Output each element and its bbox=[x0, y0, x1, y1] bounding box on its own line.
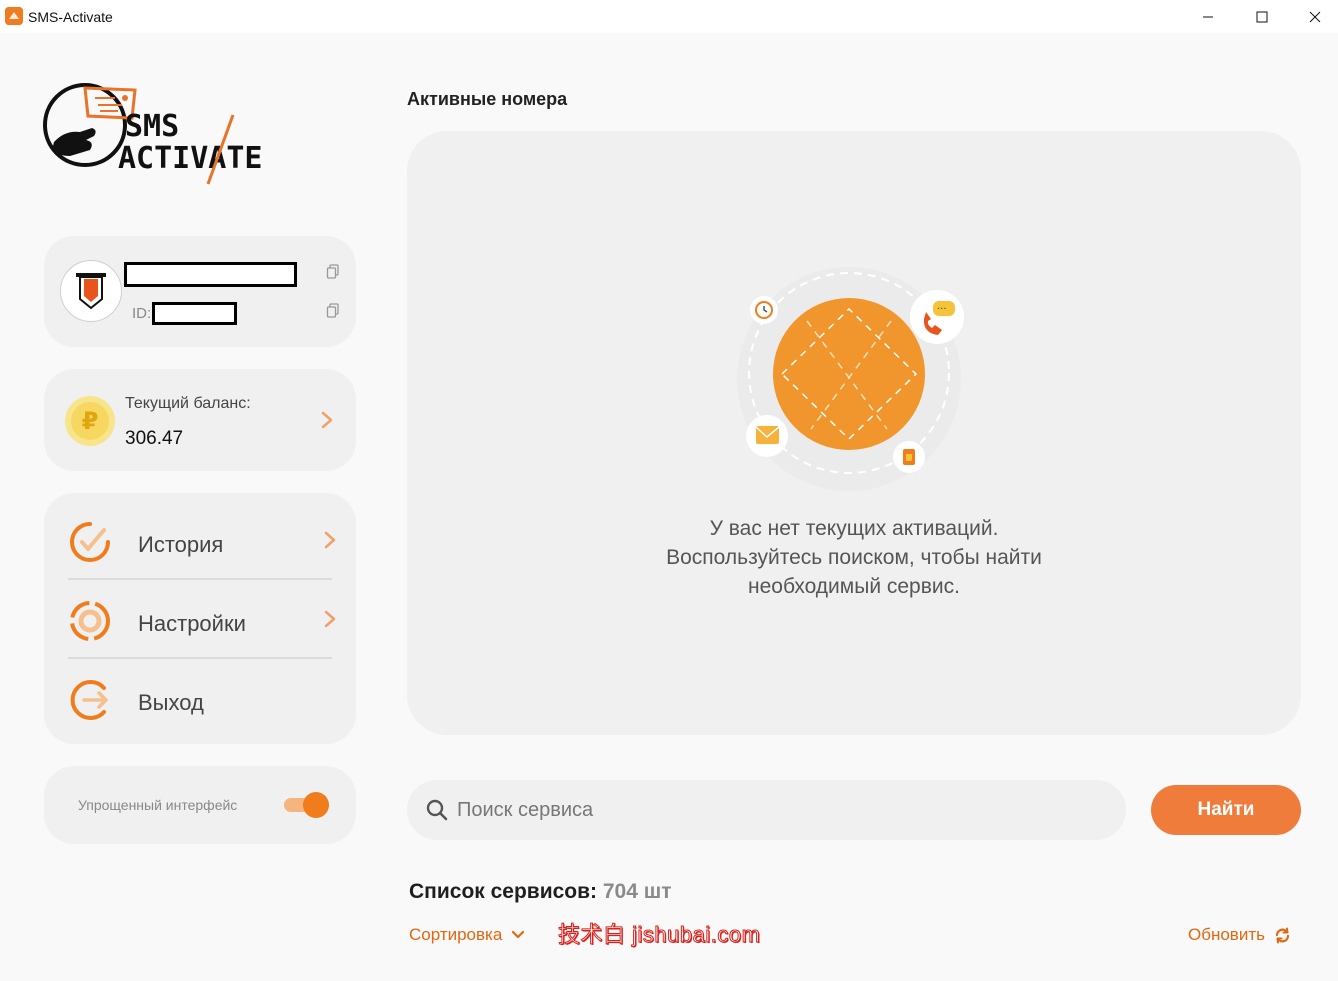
window-title: SMS-Activate bbox=[28, 9, 113, 25]
balance-value: 306.47 bbox=[125, 428, 184, 449]
redacted-user-id bbox=[152, 302, 237, 325]
user-id-label: ID: bbox=[132, 305, 152, 322]
empty-state-line-2: Воспользуйтесь поиском, чтобы найти bbox=[666, 546, 1042, 569]
menu-item-settings[interactable]: Настройки bbox=[44, 579, 356, 658]
menu-item-history[interactable]: История bbox=[44, 500, 356, 579]
active-numbers-panel: ··· У вас нет текущих активаций. Восполь… bbox=[407, 131, 1301, 735]
history-icon bbox=[70, 522, 110, 562]
services-title-label: Список сервисов: bbox=[409, 880, 598, 903]
services-count: 704 шт bbox=[602, 880, 672, 903]
app-icon bbox=[5, 7, 23, 25]
watermark: 技术白 jishubai.com bbox=[557, 922, 761, 948]
search-box[interactable] bbox=[407, 780, 1126, 840]
menu-item-label: История bbox=[138, 532, 224, 557]
chevron-right-icon bbox=[324, 531, 336, 549]
logout-icon bbox=[70, 680, 108, 720]
find-button[interactable]: Найти bbox=[1151, 785, 1301, 835]
balance-card[interactable]: ₽ Текущий баланс: 306.47 bbox=[44, 369, 356, 471]
minimize-icon bbox=[1203, 16, 1213, 17]
toggle-knob bbox=[303, 792, 329, 818]
sms-activate-logo: SMS ACTIVATE bbox=[40, 80, 290, 190]
close-button[interactable] bbox=[1292, 0, 1338, 33]
empty-state-line-1: У вас нет текущих активаций. bbox=[709, 517, 999, 540]
services-list-title: Список сервисов: 704 шт bbox=[409, 880, 672, 904]
refresh-icon bbox=[1275, 927, 1290, 943]
simple-interface-label: Упрощенный интерфейс bbox=[78, 797, 238, 813]
menu-item-label: Выход bbox=[138, 690, 204, 715]
sort-label: Сортировка bbox=[409, 925, 503, 944]
maximize-icon bbox=[1256, 11, 1268, 22]
svg-text:···: ··· bbox=[937, 304, 947, 315]
no-activations-illustration: ··· bbox=[737, 267, 964, 491]
empty-state-line-3: необходимый сервис. bbox=[748, 575, 960, 598]
avatar bbox=[60, 260, 122, 322]
currency-symbol: ₽ bbox=[71, 402, 109, 440]
refresh-button[interactable]: Обновить bbox=[1188, 925, 1291, 945]
search-input[interactable] bbox=[457, 794, 1097, 826]
menu-item-logout[interactable]: Выход bbox=[44, 658, 356, 737]
maximize-button[interactable] bbox=[1239, 0, 1285, 33]
title-bar: SMS-Activate bbox=[0, 0, 1338, 33]
search-icon bbox=[426, 799, 448, 821]
svg-text:SMS: SMS bbox=[125, 109, 179, 144]
copy-id-icon[interactable] bbox=[326, 303, 340, 319]
ruble-coin-icon: ₽ bbox=[65, 396, 115, 446]
chevron-right-icon bbox=[324, 610, 336, 628]
chevron-right-icon bbox=[321, 411, 333, 429]
profile-card: ID: bbox=[44, 236, 356, 347]
sort-dropdown[interactable]: Сортировка bbox=[409, 925, 525, 945]
simple-interface-toggle[interactable] bbox=[284, 792, 330, 818]
svg-text:ACTIVATE: ACTIVATE bbox=[118, 141, 263, 176]
menu-item-label: Настройки bbox=[138, 611, 246, 636]
chevron-down-icon bbox=[512, 930, 525, 939]
balance-label: Текущий баланс: bbox=[125, 395, 251, 412]
active-numbers-title: Активные номера bbox=[407, 89, 568, 109]
refresh-label: Обновить bbox=[1188, 925, 1265, 944]
redacted-username bbox=[124, 262, 297, 287]
menu-card: История Настройки Выход bbox=[44, 493, 356, 744]
minimize-button[interactable] bbox=[1185, 0, 1231, 33]
simple-interface-card: Упрощенный интерфейс bbox=[44, 766, 356, 844]
close-icon bbox=[1309, 11, 1321, 22]
empty-state-message: У вас нет текущих активаций. Воспользуйт… bbox=[407, 514, 1301, 601]
shield-badge-icon bbox=[76, 273, 106, 310]
copy-username-icon[interactable] bbox=[326, 264, 340, 280]
settings-icon bbox=[70, 601, 110, 641]
